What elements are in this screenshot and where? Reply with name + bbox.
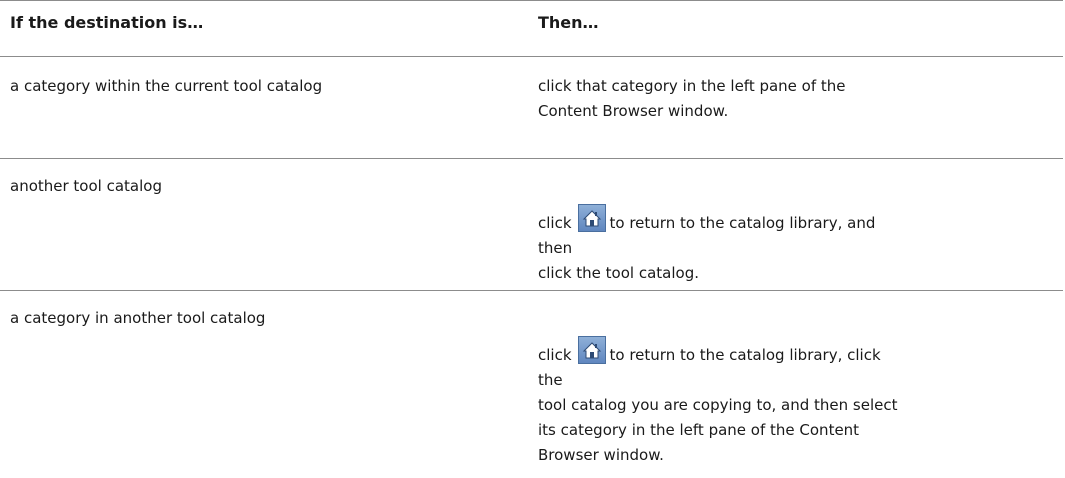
row3-destination: a category in another tool catalog [10, 309, 266, 327]
table-top-rule [0, 0, 1063, 1]
row2-action: click to return to the catalog library, a… [538, 204, 898, 286]
row1-destination: a category within the current tool catal… [10, 77, 323, 95]
header-rule [0, 56, 1063, 57]
row2-rule [0, 290, 1063, 291]
row1-rule [0, 158, 1063, 159]
row3-action: click to return to the catalog library, c… [538, 336, 898, 468]
header-then: Then… [538, 13, 599, 32]
row2-action-prefix: click [538, 214, 572, 232]
row3-action-prefix: click [538, 346, 572, 364]
row3-action-rest-2: tool catalog you are copying to, and the… [538, 396, 898, 464]
header-destination: If the destination is… [10, 13, 204, 32]
home-icon[interactable] [577, 336, 606, 364]
row2-action-rest-2: click the tool catalog. [538, 264, 699, 282]
row1-action: click that category in the left pane of … [538, 77, 846, 120]
home-icon[interactable] [577, 204, 606, 232]
row2-destination: another tool catalog [10, 177, 162, 195]
